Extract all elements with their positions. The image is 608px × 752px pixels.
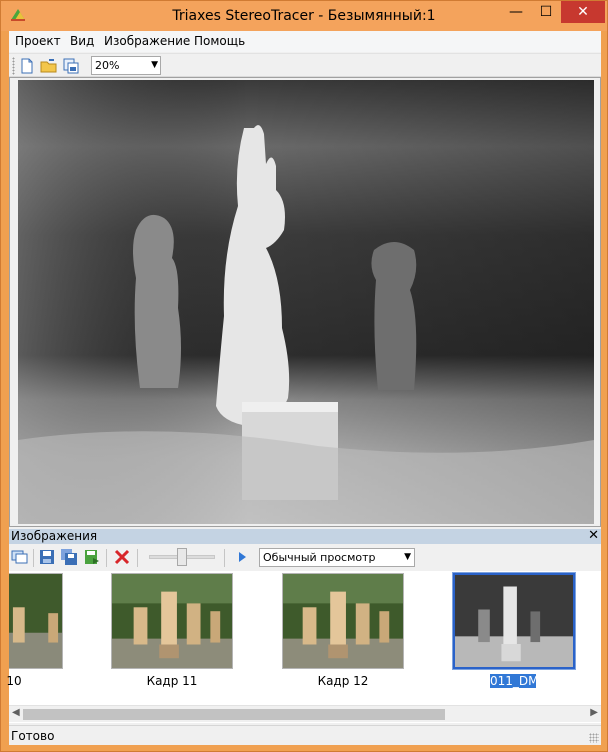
scroll-right-icon[interactable]: ▶ [590,707,598,718]
new-file-icon[interactable] [18,57,36,75]
close-button[interactable]: ✕ [561,1,605,23]
thumbnail-scrollbar[interactable]: ◀ ▶ [9,705,601,722]
chevron-down-icon: ▼ [404,552,411,562]
save-icon[interactable] [38,548,56,566]
thumbnail-frame-11[interactable] [111,573,233,669]
image-viewport[interactable] [9,77,601,527]
resize-grip[interactable] [589,733,599,743]
toolbar-separator [106,549,107,567]
chevron-down-icon: ▼ [151,60,158,70]
menu-image[interactable]: Изображение [104,34,190,48]
minimize-button[interactable]: — [501,1,531,23]
export-icon[interactable] [83,548,101,566]
close-icon[interactable]: ✕ [588,528,599,543]
app-window: Triaxes StereoTracer - Безымянный:1 — ☐ … [0,0,608,752]
save-copy-icon[interactable] [62,57,80,75]
save-all-icon[interactable] [60,548,78,566]
zoom-value: 20% [95,59,120,72]
menu-view[interactable]: Вид [70,34,94,48]
play-icon[interactable] [233,548,251,566]
menu-bar: Проект Вид Изображение Помощь [9,31,601,52]
thumbnail-depth-map[interactable] [452,572,576,670]
view-mode-value: Обычный просмотр [263,551,376,564]
scroll-left-icon[interactable]: ◀ [12,707,20,718]
client-area: Проект Вид Изображение Помощь 20% ▼ Изоб… [6,31,601,745]
thumbnail-frame-10[interactable] [9,573,63,669]
scrollbar-thumb[interactable] [23,709,445,720]
thumbnail-frame-12[interactable] [282,573,404,669]
depth-map-image[interactable] [18,80,594,524]
open-folder-icon[interactable] [40,57,58,75]
status-bar: Готово [9,725,601,745]
toolbar-grip[interactable] [12,57,15,75]
zoom-select[interactable]: 20% ▼ [91,56,161,75]
status-text: Готово [11,729,55,743]
toolbar-separator [33,549,34,567]
menu-project[interactable]: Проект [15,34,61,48]
thumbnail-label: Кадр 11 [146,674,198,688]
images-panel-header: Изображения ✕ [9,528,601,544]
images-panel-toolbar: Обычный просмотр ▼ [9,545,601,571]
menu-help[interactable]: Помощь [194,34,245,48]
thumbnail-strip[interactable]: 10 Кадр 11 Кадр 12 011_DM ◀ ▶ [6,571,601,723]
thumbnail-label-selected: 011_DM [490,674,539,688]
thumbnail-label: Кадр 12 [317,674,369,688]
delete-icon[interactable] [113,548,131,566]
maximize-button[interactable]: ☐ [531,1,561,23]
view-mode-select[interactable]: Обычный просмотр ▼ [259,548,415,567]
thumbnail-label: 10 [6,674,22,688]
title-bar[interactable]: Triaxes StereoTracer - Безымянный:1 — ☐ … [1,1,607,31]
main-toolbar: 20% ▼ [9,53,601,77]
images-panel-title: Изображения [11,529,98,543]
toolbar-separator [137,549,138,567]
copy-frames-icon[interactable] [11,548,29,566]
frame-slider-thumb[interactable] [177,548,187,566]
toolbar-separator [224,549,225,567]
